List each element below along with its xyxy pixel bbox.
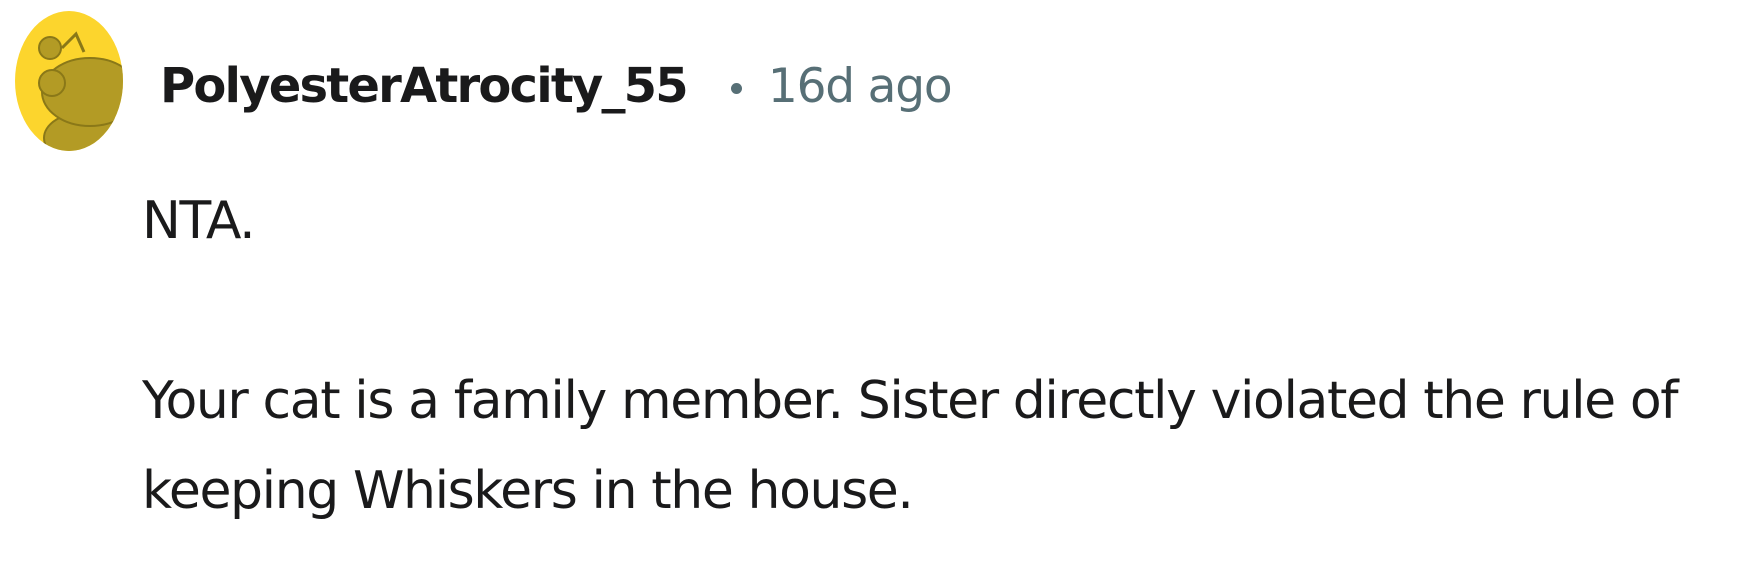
comment-header: PolyesterAtrocity_55 16d ago (160, 52, 953, 120)
comment-paragraph: NTA. (142, 191, 256, 251)
comment-body: NTA. Your cat is a family member. Sister… (142, 176, 1682, 536)
comment-paragraph: Your cat is a family member. Sister dire… (142, 371, 1679, 521)
snoo-avatar-icon (15, 11, 123, 151)
separator-dot (730, 82, 742, 94)
username-link[interactable]: PolyesterAtrocity_55 (160, 58, 689, 114)
comment: PolyesterAtrocity_55 16d ago NTA. Your c… (0, 0, 1752, 576)
user-avatar[interactable] (14, 10, 124, 152)
comment-timestamp[interactable]: 16d ago (768, 59, 953, 114)
